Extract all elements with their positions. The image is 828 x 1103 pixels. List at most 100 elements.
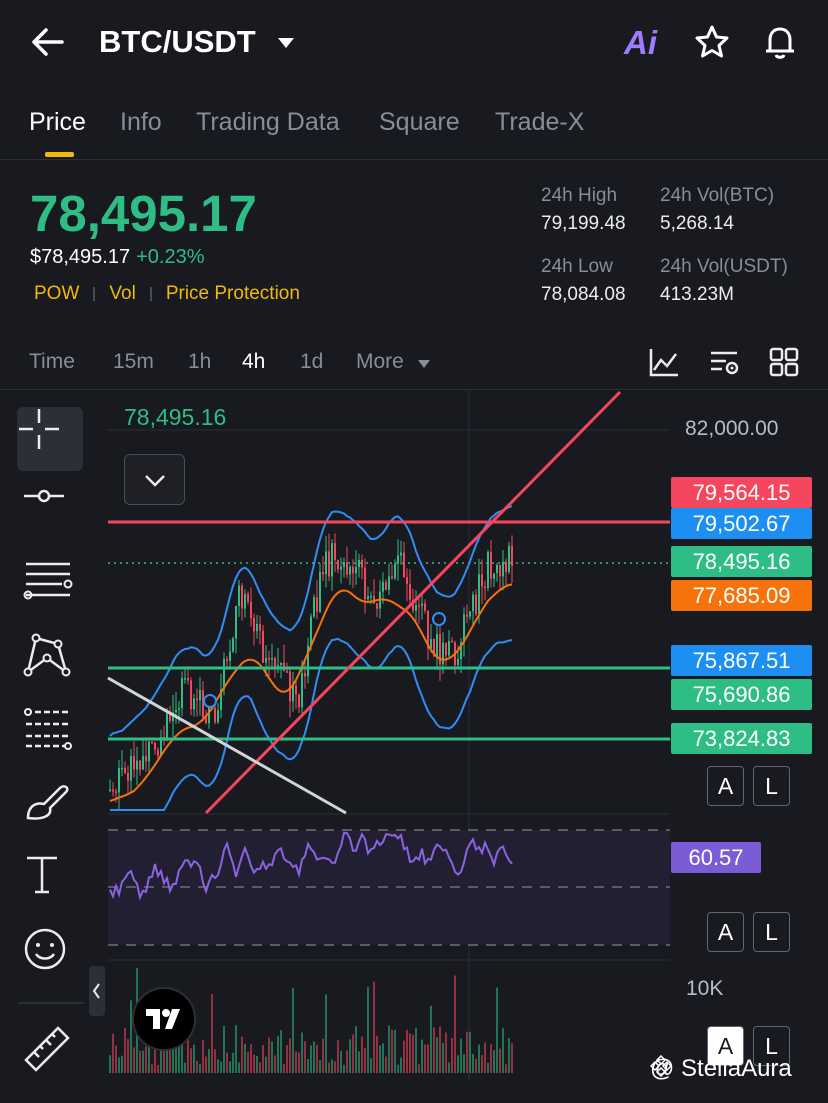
volume-bar	[295, 1051, 297, 1073]
stat-vol-btc-label: 24h Vol(BTC)	[660, 185, 775, 206]
candle-body	[382, 582, 384, 592]
text-tool[interactable]	[22, 852, 78, 908]
volume-bar	[241, 1036, 243, 1073]
interval-15m[interactable]: 15m	[113, 350, 154, 374]
volume-bar	[124, 1027, 126, 1073]
ai-button[interactable]: Ai	[624, 24, 657, 62]
back-arrow-icon[interactable]	[30, 26, 66, 58]
volume-bar	[424, 1044, 426, 1073]
rsi-log-button[interactable]: L	[753, 912, 790, 952]
tab-square[interactable]: Square	[379, 108, 460, 137]
volume-bar	[253, 1054, 255, 1073]
volume-bar	[502, 1028, 504, 1073]
candle-body	[190, 680, 192, 710]
collapse-toolbar-button[interactable]	[89, 966, 105, 1016]
candle-body	[487, 551, 489, 588]
interval-1d[interactable]: 1d	[300, 350, 323, 374]
candle-body	[139, 760, 141, 770]
parallel-lines-tool[interactable]	[22, 558, 78, 614]
interval-1h[interactable]: 1h	[188, 350, 211, 374]
bollinger-lower-line	[110, 637, 513, 811]
auto-scale-button[interactable]: A	[707, 766, 744, 806]
volume-bar	[289, 1038, 291, 1073]
candle-body	[349, 566, 351, 575]
candle-body	[244, 593, 246, 609]
tab-trade-x[interactable]: Trade-X	[495, 108, 584, 137]
bell-icon[interactable]	[762, 24, 798, 60]
favorite-star-icon[interactable]	[694, 24, 730, 60]
candle-body	[316, 597, 318, 612]
candle-body	[157, 749, 159, 756]
rsi-auto-button[interactable]: A	[707, 912, 744, 952]
horizontal-ray-tool[interactable]	[22, 486, 78, 542]
candle-body	[109, 789, 111, 792]
volume-bar	[361, 1036, 363, 1073]
candle-body	[478, 574, 480, 615]
volume-bar	[139, 1050, 141, 1073]
candle-body	[373, 595, 375, 604]
time-label[interactable]: Time	[29, 350, 75, 374]
pattern-tool[interactable]	[22, 630, 78, 686]
pair-title[interactable]: BTC/USDT	[99, 24, 256, 60]
interval-4h[interactable]: 4h	[242, 350, 265, 374]
brush-tool[interactable]	[22, 780, 78, 836]
emoji-tool[interactable]	[22, 926, 78, 982]
lines-icon	[23, 562, 73, 600]
crosshair-tool[interactable]	[17, 407, 83, 471]
candle-body	[223, 658, 225, 690]
candle-body	[265, 657, 267, 663]
volume-bar	[367, 987, 369, 1073]
candle-body	[463, 614, 465, 643]
candle-body	[391, 576, 393, 579]
candle-body	[133, 756, 135, 770]
log-scale-button[interactable]: L	[753, 766, 790, 806]
expand-dropdown-button[interactable]	[124, 454, 185, 505]
candle-body	[337, 559, 339, 570]
volume-bar	[115, 1045, 117, 1073]
volume-bar	[265, 1056, 267, 1073]
fib-tool[interactable]	[22, 706, 78, 762]
candle-body	[130, 756, 132, 781]
volume-bar	[316, 1044, 318, 1073]
chart-area[interactable]: 78,495.16 82,000.00 79,564.15 79,502.67 …	[0, 390, 828, 1103]
volume-bar	[511, 1043, 513, 1073]
candle-body	[187, 678, 189, 681]
volume-bar	[409, 1033, 411, 1073]
candle-body	[199, 690, 201, 701]
volume-bar	[343, 1064, 345, 1073]
stat-low-value: 78,084.08	[541, 284, 626, 305]
indicator-icon[interactable]	[648, 346, 680, 378]
volume-bar	[244, 1043, 246, 1073]
volume-bar	[184, 1062, 186, 1073]
candle-body	[331, 543, 333, 577]
volume-bar	[205, 1056, 207, 1073]
volume-bar	[190, 1048, 192, 1073]
volume-bar	[388, 1025, 390, 1073]
volume-bar	[478, 1044, 480, 1073]
chevron-down-icon[interactable]	[417, 359, 431, 369]
volume-bar	[151, 1064, 153, 1073]
volume-bar	[202, 1039, 204, 1073]
volume-bar	[415, 1027, 417, 1073]
binance-diamond-icon	[650, 1055, 672, 1077]
more-intervals[interactable]: More	[356, 350, 404, 374]
stat-low-label: 24h Low	[541, 256, 613, 277]
candle-body	[136, 760, 138, 770]
tab-trading-data[interactable]: Trading Data	[196, 108, 340, 137]
layout-grid-icon[interactable]	[768, 346, 800, 378]
ruler-icon	[24, 1026, 70, 1072]
tag-vol[interactable]: Vol	[109, 283, 135, 304]
tab-info[interactable]: Info	[120, 108, 162, 137]
volume-bar	[283, 1064, 285, 1073]
volume-bar	[274, 1055, 276, 1073]
tag-divider	[149, 286, 152, 301]
volume-bar	[391, 1029, 393, 1073]
volume-bar	[112, 1033, 114, 1073]
chart-settings-icon[interactable]	[708, 346, 740, 378]
tag-pow[interactable]: POW	[34, 283, 79, 304]
tag-price-protection[interactable]: Price Protection	[166, 283, 300, 304]
volume-bar	[352, 1034, 354, 1073]
tab-price[interactable]: Price	[29, 108, 86, 137]
chevron-down-icon[interactable]	[276, 36, 296, 50]
measure-tool[interactable]	[22, 1024, 78, 1080]
